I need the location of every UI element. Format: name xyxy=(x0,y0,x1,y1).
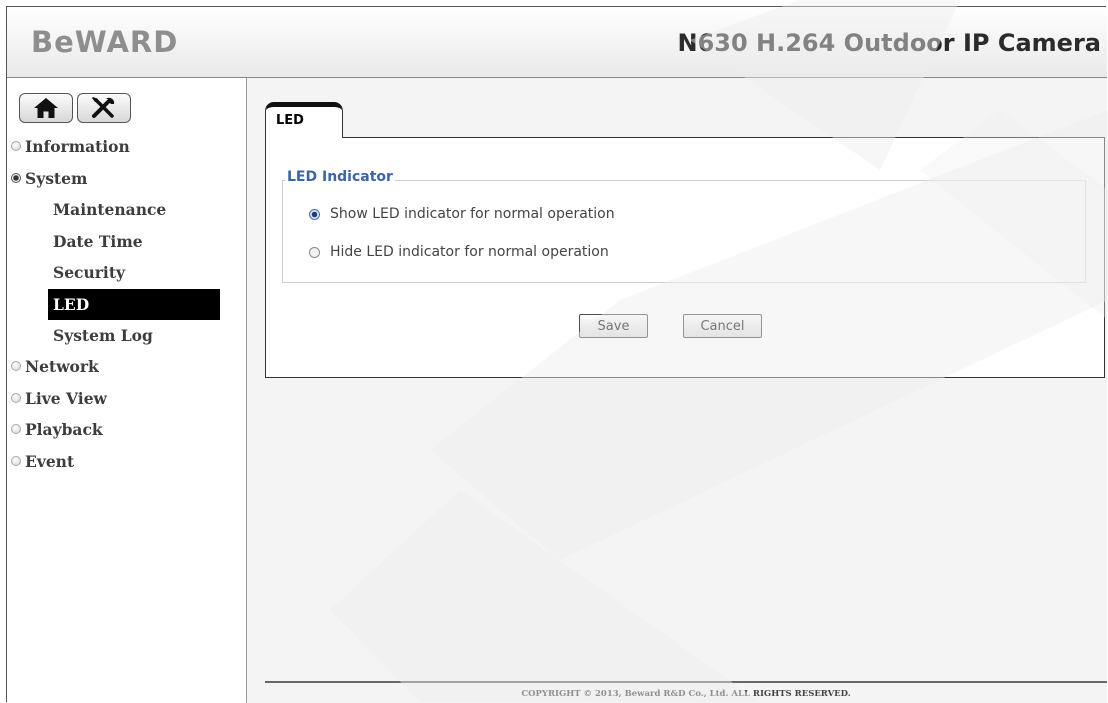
menu-item-label: Network xyxy=(25,357,99,376)
collapsed-bullet-icon xyxy=(11,455,21,466)
menu-item-label: Event xyxy=(25,451,75,471)
menu-item-network[interactable]: Network xyxy=(7,351,246,383)
menu-item-label: Playback xyxy=(25,420,103,439)
home-icon xyxy=(34,98,58,118)
hide-led-radio[interactable] xyxy=(309,246,320,258)
menu-item-security[interactable]: Security xyxy=(7,257,246,289)
menu-item-label: Information xyxy=(25,137,130,156)
menu-item-event[interactable]: Event xyxy=(7,446,246,478)
menu-item-system-log[interactable]: System Log xyxy=(7,320,246,352)
page-title: N630 H.264 Outdoor IP Camera xyxy=(677,29,1101,57)
collapsed-bullet-icon xyxy=(11,424,21,434)
header: BeWARD N630 H.264 Outdoor IP Camera xyxy=(7,7,1107,78)
menu-item-information[interactable]: Information xyxy=(7,131,246,163)
expanded-bullet-icon xyxy=(11,172,21,183)
show-led-radio[interactable] xyxy=(309,208,320,220)
show-led-option[interactable]: Show LED indicator for normal operation xyxy=(309,204,615,224)
menu-item-label: System xyxy=(25,168,88,188)
main-content: LED LED Indicator Show LED indicator for… xyxy=(248,78,1107,703)
hide-led-label: Hide LED indicator for normal operation xyxy=(330,244,609,260)
show-led-label: Show LED indicator for normal operation xyxy=(330,206,615,222)
tab-label: LED xyxy=(276,113,304,128)
menu-item-label: System Log xyxy=(53,325,153,345)
collapsed-bullet-icon xyxy=(11,361,21,371)
led-indicator-fieldset: LED Indicator Show LED indicator for nor… xyxy=(282,169,1086,283)
settings-button[interactable] xyxy=(77,93,131,123)
copyright-text: COPYRIGHT © 2013, Beward R&D Co., Ltd. A… xyxy=(521,689,851,699)
collapsed-bullet-icon xyxy=(11,392,21,403)
menu-item-system[interactable]: System xyxy=(7,163,246,195)
menu-item-label: LED xyxy=(53,294,90,314)
hide-led-option[interactable]: Hide LED indicator for normal operation xyxy=(309,242,609,262)
app-window: BeWARD N630 H.264 Outdoor IP Camera Info… xyxy=(6,6,1107,703)
menu-item-label: Live View xyxy=(25,388,107,408)
home-button[interactable] xyxy=(19,93,73,123)
save-button[interactable]: Save xyxy=(579,314,648,338)
beward-logo: BeWARD xyxy=(31,25,179,59)
menu-item-live-view[interactable]: Live View xyxy=(7,383,246,415)
fieldset-legend: LED Indicator xyxy=(285,169,395,185)
menu-item-led[interactable]: LED xyxy=(48,288,220,320)
led-settings-panel: LED Indicator Show LED indicator for nor… xyxy=(265,137,1105,378)
menu-item-label: Maintenance xyxy=(53,200,167,219)
menu-item-label: Security xyxy=(53,263,125,282)
collapsed-bullet-icon xyxy=(11,141,21,151)
navigation-menu: Information System Maintenance Date Time… xyxy=(7,131,246,477)
tools-icon xyxy=(92,97,115,118)
menu-item-playback[interactable]: Playback xyxy=(7,414,246,446)
menu-item-date-time[interactable]: Date Time xyxy=(7,226,246,258)
tab-led[interactable]: LED xyxy=(265,102,343,138)
footer-divider xyxy=(265,681,1107,683)
cancel-button[interactable]: Cancel xyxy=(683,314,762,338)
menu-item-label: Date Time xyxy=(53,231,143,251)
menu-item-maintenance[interactable]: Maintenance xyxy=(7,194,246,226)
sidebar: Information System Maintenance Date Time… xyxy=(7,78,247,703)
